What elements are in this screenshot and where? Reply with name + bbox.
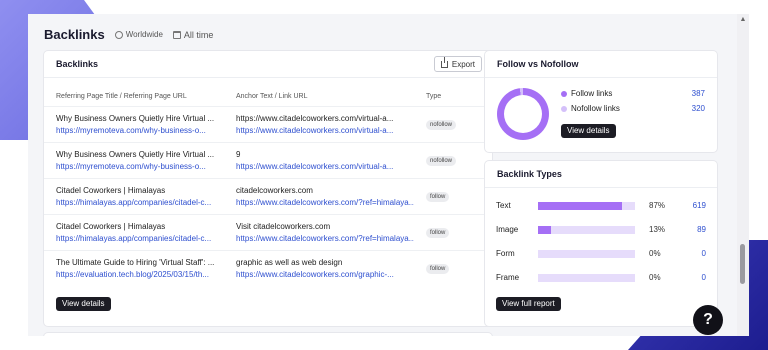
column-header-referring-page: Referring Page Title / Referring Page UR… <box>56 93 187 100</box>
type-label: Image <box>496 225 519 234</box>
anchor-text: graphic as well as web design <box>236 258 343 267</box>
table-row: The Ultimate Guide to Hiring 'Virtual St… <box>44 250 492 286</box>
type-bar <box>538 226 635 234</box>
referring-page-title: Citadel Coworkers | Himalayas <box>56 222 166 231</box>
backlink-types-card: Backlink Types Text 87% 619 Image 13% 89… <box>485 161 717 326</box>
type-percent: 0% <box>649 273 661 282</box>
link-url[interactable]: https://www.citadelcoworkers.com/virtual… <box>236 162 414 171</box>
type-bar <box>538 202 635 210</box>
type-count[interactable]: 619 <box>693 201 706 210</box>
view-full-report-button[interactable]: View full report <box>496 297 561 311</box>
card-header-divider <box>485 187 717 188</box>
scrollbar[interactable]: ▲ <box>737 14 749 336</box>
type-bar-fill <box>538 226 551 234</box>
page-title: Backlinks <box>44 27 105 42</box>
referring-page-title: Why Business Owners Quietly Hire Virtual… <box>56 114 215 123</box>
backlinks-card: Backlinks Export Referring Page Title / … <box>44 51 492 326</box>
backlink-type-row: Text 87% 619 <box>496 200 706 212</box>
view-details-button[interactable]: View details <box>56 297 111 311</box>
type-badge: follow <box>426 192 450 202</box>
follow-card-title: Follow vs Nofollow <box>497 59 579 69</box>
card-header-divider <box>44 77 492 78</box>
table-row: Citadel Coworkers | Himalayas https://hi… <box>44 178 492 214</box>
link-url[interactable]: https://www.citadelcoworkers.com/graphic… <box>236 270 414 279</box>
table-row: Citadel Coworkers | Himalayas https://hi… <box>44 214 492 250</box>
next-card-peek <box>44 333 492 336</box>
nofollow-links-legend: Nofollow links <box>561 104 620 113</box>
column-header-type: Type <box>426 93 442 100</box>
follow-links-label: Follow links <box>571 89 613 98</box>
referring-page-url[interactable]: https://himalayas.app/companies/citadel-… <box>56 234 228 243</box>
nofollow-dot-icon <box>561 105 567 112</box>
anchor-text: citadelcoworkers.com <box>236 186 313 195</box>
scroll-up-arrow-icon[interactable]: ▲ <box>737 16 749 23</box>
type-label: Text <box>496 201 511 210</box>
type-badge: nofollow <box>426 120 457 130</box>
follow-links-count[interactable]: 387 <box>692 89 705 98</box>
referring-page-title: Why Business Owners Quietly Hire Virtual… <box>56 150 215 159</box>
type-badge: follow <box>426 228 450 238</box>
anchor-text: https://www.citadelcoworkers.com/virtual… <box>236 114 394 123</box>
globe-icon <box>114 30 123 39</box>
report-header: Backlinks Worldwide All time <box>44 27 213 42</box>
referring-page-title: Citadel Coworkers | Himalayas <box>56 186 166 195</box>
type-bar-fill <box>538 202 623 210</box>
backlink-types-title: Backlink Types <box>497 169 562 179</box>
type-count[interactable]: 89 <box>697 225 706 234</box>
period-filter[interactable]: All time <box>172 29 214 40</box>
backlink-type-row: Image 13% 89 <box>496 224 706 236</box>
type-percent: 87% <box>649 201 666 210</box>
link-url[interactable]: https://www.citadelcoworkers.com/?ref=hi… <box>236 234 414 243</box>
backlink-type-row: Form 0% 0 <box>496 248 706 260</box>
anchor-text: Visit citadelcoworkers.com <box>236 222 331 231</box>
referring-page-url[interactable]: https://evaluation.tech.blog/2025/03/15/… <box>56 270 228 279</box>
column-header-anchor-text: Anchor Text / Link URL <box>236 93 308 100</box>
scope-label: Worldwide <box>125 30 163 39</box>
link-url[interactable]: https://www.citadelcoworkers.com/virtual… <box>236 126 414 135</box>
nofollow-links-label: Nofollow links <box>571 104 620 113</box>
follow-donut-chart <box>497 88 549 140</box>
backlinks-report-panel: Backlinks Worldwide All time Backlinks E… <box>28 14 737 336</box>
type-count[interactable]: 0 <box>702 249 706 258</box>
type-label: Form <box>496 249 515 258</box>
help-button[interactable]: ? <box>693 305 723 335</box>
type-count[interactable]: 0 <box>702 273 706 282</box>
backlink-type-row: Frame 0% 0 <box>496 272 706 284</box>
period-label: All time <box>183 29 214 40</box>
table-row: Why Business Owners Quietly Hire Virtual… <box>44 106 492 142</box>
type-bar <box>538 250 635 258</box>
scrollbar-thumb[interactable] <box>740 244 745 284</box>
follow-dot-icon <box>561 90 567 97</box>
referring-page-url[interactable]: https://myremoteva.com/why-business-o... <box>56 126 228 135</box>
backlinks-card-title: Backlinks <box>56 59 99 69</box>
follow-nofollow-card: Follow vs Nofollow Follow links 387 Nofo… <box>485 51 717 152</box>
export-icon <box>440 56 448 68</box>
card-header-divider <box>485 77 717 78</box>
link-url[interactable]: https://www.citadelcoworkers.com/?ref=hi… <box>236 198 414 207</box>
type-badge: nofollow <box>426 156 457 166</box>
export-label: Export <box>451 59 475 69</box>
referring-page-title: The Ultimate Guide to Hiring 'Virtual St… <box>56 258 215 267</box>
type-label: Frame <box>496 273 520 282</box>
referring-page-url[interactable]: https://himalayas.app/companies/citadel-… <box>56 198 228 207</box>
scope-filter[interactable]: Worldwide <box>114 30 163 39</box>
calendar-icon <box>172 30 181 39</box>
type-badge: follow <box>426 264 450 274</box>
table-row: Why Business Owners Quietly Hire Virtual… <box>44 142 492 178</box>
nofollow-links-count[interactable]: 320 <box>692 104 705 113</box>
referring-page-url[interactable]: https://myremoteva.com/why-business-o... <box>56 162 228 171</box>
type-bar <box>538 274 635 282</box>
follow-links-legend: Follow links <box>561 89 612 98</box>
type-percent: 13% <box>649 225 666 234</box>
export-button[interactable]: Export <box>433 56 482 72</box>
type-percent: 0% <box>649 249 661 258</box>
follow-view-details-button[interactable]: View details <box>561 124 616 138</box>
anchor-text: 9 <box>236 150 241 159</box>
